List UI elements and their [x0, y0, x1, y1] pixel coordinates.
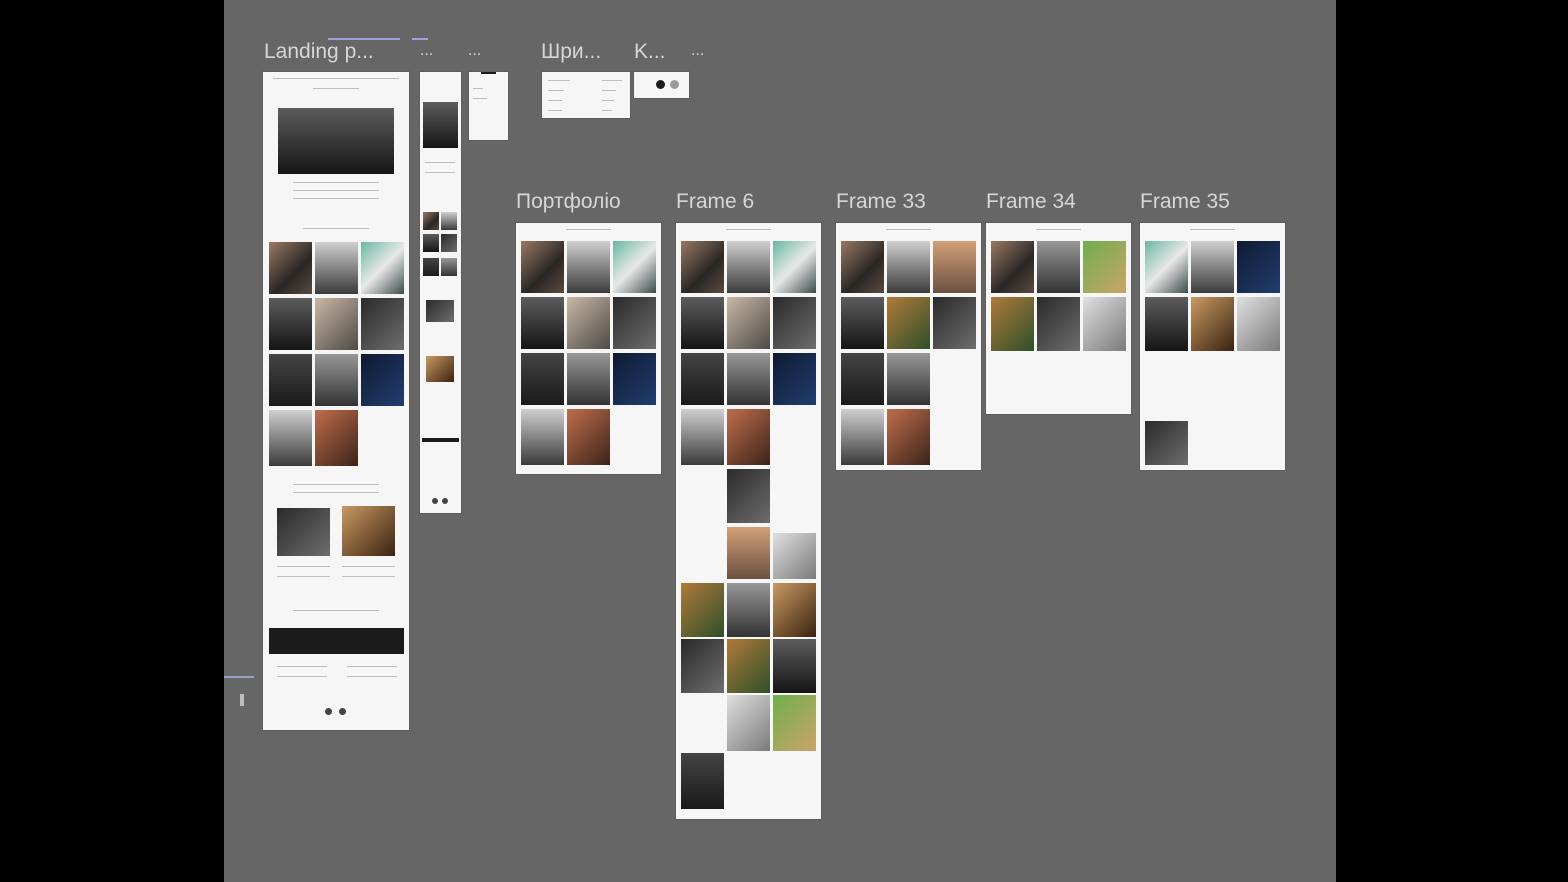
frame-small[interactable] — [469, 72, 508, 140]
frame-34[interactable] — [986, 223, 1131, 414]
frame-label-frame34[interactable]: Frame 34 — [986, 190, 1076, 214]
frame-mobile[interactable] — [420, 72, 461, 513]
figma-canvas[interactable]: Landing p... ... ... Шри... K... ... Пор… — [224, 0, 1336, 882]
frame-fonts[interactable] — [542, 72, 630, 118]
color-swatch-dark — [656, 80, 665, 89]
frame-label-landing[interactable]: Landing p... — [264, 40, 374, 64]
frame-label-frame35[interactable]: Frame 35 — [1140, 190, 1230, 214]
frame-label-dots-a[interactable]: ... — [420, 42, 433, 60]
frame-landing-page[interactable] — [263, 72, 409, 730]
frame-6[interactable] — [676, 223, 821, 819]
frame-33[interactable] — [836, 223, 981, 470]
frame-label-dots-b[interactable]: ... — [468, 42, 481, 60]
frame-label-k[interactable]: K... — [634, 40, 666, 64]
frame-colors[interactable] — [634, 72, 689, 98]
frame-label-frame33[interactable]: Frame 33 — [836, 190, 926, 214]
frame-label-fonts[interactable]: Шри... — [541, 40, 601, 64]
frame-35[interactable] — [1140, 223, 1285, 470]
color-swatch-grey — [670, 80, 679, 89]
frame-portfolio[interactable] — [516, 223, 661, 474]
frame-label-portfolio[interactable]: Портфоліо — [516, 190, 621, 214]
hero-image — [278, 108, 394, 174]
frame-label-frame6[interactable]: Frame 6 — [676, 190, 754, 214]
frame-label-dots-c[interactable]: ... — [691, 42, 704, 60]
